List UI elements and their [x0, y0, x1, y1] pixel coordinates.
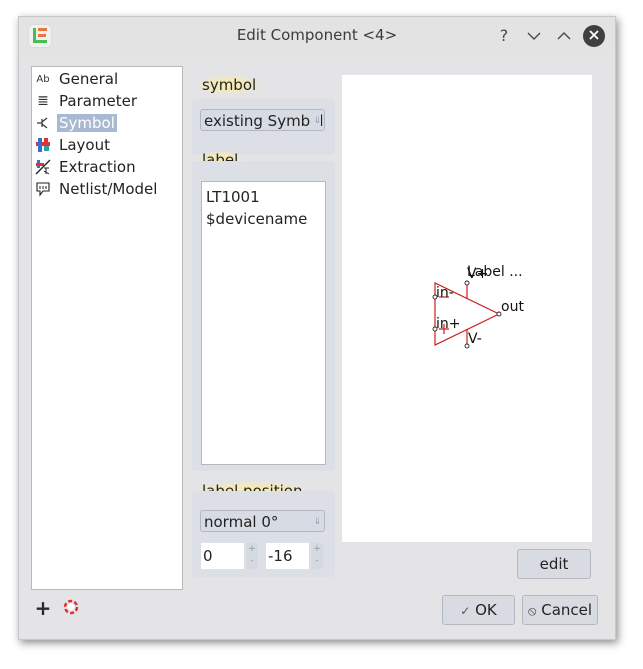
- chevron-up-icon: [557, 32, 571, 40]
- ok-button[interactable]: ✓ OK: [442, 595, 515, 625]
- opamp-symbol: Label ... V+ in- in+ out V-: [432, 264, 524, 349]
- label-y-value: -16: [266, 543, 309, 569]
- help-button[interactable]: ?: [493, 25, 515, 47]
- nav-item-label: Layout: [59, 136, 110, 154]
- label-group: LT1001 $devicename: [192, 161, 335, 471]
- label-x-spinbox[interactable]: 0 + -: [201, 543, 259, 569]
- list-lines-icon: ≣: [37, 93, 49, 109]
- orientation-combo[interactable]: normal 0° ⇓: [200, 510, 325, 532]
- extraction-icon: [34, 159, 52, 175]
- close-button[interactable]: [583, 25, 605, 47]
- maximize-button[interactable]: [553, 25, 575, 47]
- symbol-type-combo[interactable]: existing Symbol ⇓: [200, 109, 325, 131]
- label-line: LT1001: [206, 188, 260, 206]
- pin-in-minus: in-: [436, 285, 454, 301]
- help-lifebuoy-icon[interactable]: [62, 599, 80, 617]
- spin-buttons[interactable]: + -: [246, 543, 258, 569]
- text-ab-icon: Ab: [36, 73, 50, 85]
- orientation-value: normal 0°: [204, 513, 279, 531]
- ok-label: OK: [475, 601, 497, 619]
- pin-in-plus: in+: [436, 316, 461, 332]
- pin-v-minus: V-: [468, 331, 482, 347]
- nav-item-parameter[interactable]: ≣ Parameter: [34, 91, 139, 111]
- spin-buttons[interactable]: + -: [311, 543, 323, 569]
- nav-item-label: Netlist/Model: [59, 180, 158, 198]
- pin-out: out: [501, 299, 524, 315]
- edit-component-dialog: Edit Component <4> ? Ab General ≣ Parame…: [18, 16, 616, 640]
- label-text-area[interactable]: LT1001 $devicename: [201, 181, 326, 465]
- nav-item-netlist-model[interactable]: Netlist/Model: [34, 179, 159, 199]
- chevron-down-icon: [527, 32, 541, 40]
- dropdown-arrow-icon: ⇓: [311, 110, 321, 130]
- nav-item-layout[interactable]: Layout: [34, 135, 112, 155]
- nav-item-extraction[interactable]: Extraction: [34, 157, 138, 177]
- nav-item-label: General: [59, 70, 119, 88]
- nav-item-label: Parameter: [59, 92, 138, 110]
- transistor-symbol-icon: [34, 115, 52, 131]
- pin-v-plus: V+: [467, 266, 488, 282]
- symbol-group-title: symbol: [199, 76, 260, 94]
- minimize-button[interactable]: [523, 25, 545, 47]
- category-list[interactable]: Ab General ≣ Parameter Symbol Layout Ext…: [31, 66, 183, 590]
- nav-item-general[interactable]: Ab General: [34, 69, 120, 89]
- layout-icon: [34, 137, 52, 153]
- dropdown-arrow-icon: ⇓: [311, 511, 321, 531]
- label-x-value: 0: [201, 543, 244, 569]
- label-y-spinbox[interactable]: -16 + -: [266, 543, 324, 569]
- nav-item-label: Extraction: [59, 158, 136, 176]
- edit-button[interactable]: edit: [517, 549, 591, 579]
- title-bar: Edit Component <4> ?: [19, 17, 615, 55]
- nav-item-label: Symbol: [57, 114, 117, 132]
- netlist-icon: [34, 181, 52, 197]
- symbol-type-value: existing Symbol: [204, 112, 324, 130]
- check-icon: ✓: [460, 604, 471, 618]
- nav-item-symbol[interactable]: Symbol: [34, 113, 117, 133]
- cancel-label: Cancel: [541, 601, 593, 619]
- label-position-group: normal 0° ⇓ 0 + - -16 + -: [192, 491, 335, 577]
- close-icon: [589, 30, 599, 40]
- add-icon[interactable]: +: [34, 598, 52, 618]
- cancel-button[interactable]: ⦸ Cancel: [522, 595, 598, 625]
- cancel-icon: ⦸: [527, 604, 537, 619]
- symbol-group: existing Symbol ⇓: [192, 99, 335, 155]
- label-line: $devicename: [206, 210, 308, 228]
- symbol-preview-canvas: Label ... V+ in- in+ out V-: [342, 75, 592, 542]
